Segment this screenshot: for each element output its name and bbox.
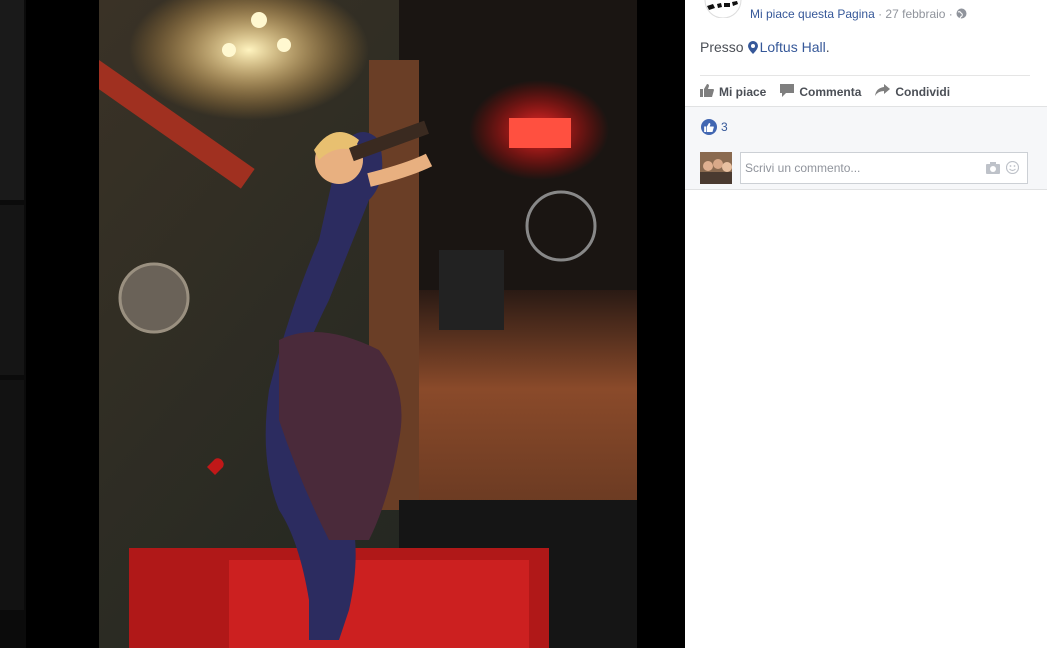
meta-separator: ·	[945, 7, 957, 21]
like-page-link[interactable]: Mi piace questa Pagina	[750, 7, 875, 21]
comment-bubble-icon	[780, 83, 799, 100]
globe-icon[interactable]	[956, 7, 967, 21]
share-button[interactable]: Condividi	[875, 84, 950, 99]
comments-section: 3	[685, 106, 1047, 190]
post-meta: Mi piace questa Pagina · 27 febbraio ·	[750, 7, 967, 21]
gallery-thumb[interactable]	[0, 380, 24, 610]
comment-composer	[700, 152, 1028, 184]
like-label: Mi piace	[719, 84, 767, 99]
comment-label: Commenta	[799, 84, 862, 99]
location-link[interactable]: Loftus Hall	[760, 39, 826, 55]
avatar[interactable]	[700, 152, 732, 184]
like-reaction-icon	[701, 119, 717, 135]
like-button[interactable]: Mi piace	[700, 83, 767, 100]
reactions-summary[interactable]: 3	[701, 119, 728, 135]
reaction-count[interactable]: 3	[721, 120, 728, 134]
page-logo[interactable]	[703, 0, 743, 19]
camera-icon[interactable]	[986, 161, 1000, 179]
gallery-strip	[0, 0, 26, 648]
share-arrow-icon	[875, 84, 895, 99]
gallery-thumb[interactable]	[0, 0, 24, 200]
location-prefix: Presso	[700, 39, 744, 55]
photo-image	[99, 0, 637, 648]
location-pin-icon	[747, 41, 758, 57]
post-photo[interactable]	[99, 0, 637, 648]
emoji-icon[interactable]	[1005, 160, 1020, 179]
comment-input-icons	[980, 160, 1020, 179]
meta-separator: ·	[874, 7, 886, 21]
post-sidebar: Mi piace questa Pagina · 27 febbraio · P…	[685, 0, 1047, 648]
gallery-thumb[interactable]	[0, 205, 24, 375]
location-suffix: .	[825, 39, 830, 55]
comment-button[interactable]: Commenta	[780, 83, 862, 100]
post-location: Presso Loftus Hall.	[700, 39, 830, 57]
comment-field[interactable]	[740, 152, 1028, 184]
comment-input[interactable]	[741, 161, 979, 175]
share-label: Condividi	[895, 84, 951, 99]
photo-viewer	[26, 0, 685, 648]
post-actions: Mi piace Commenta Condividi	[700, 75, 1030, 107]
page-logo-image	[704, 0, 742, 19]
post-header: Mi piace questa Pagina · 27 febbraio ·	[685, 0, 1047, 30]
thumbs-up-icon	[700, 83, 719, 100]
post-date[interactable]: 27 febbraio	[885, 7, 945, 21]
